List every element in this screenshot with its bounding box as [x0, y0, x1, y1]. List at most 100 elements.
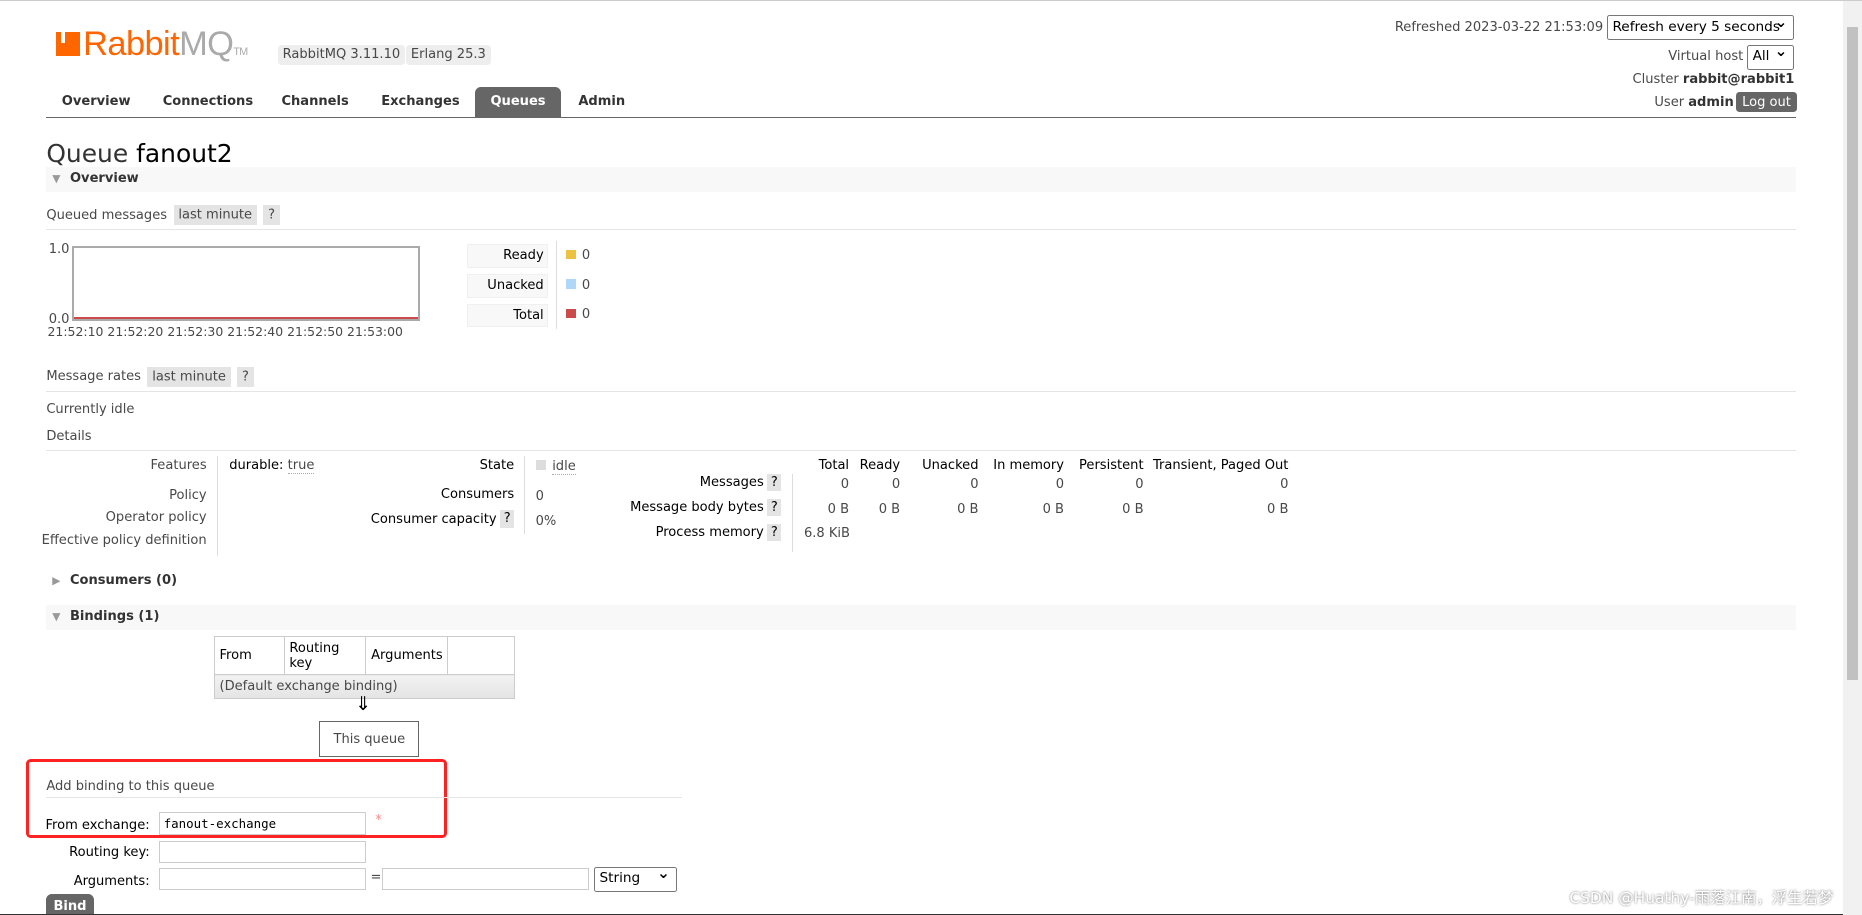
from-exchange-label: From exchange: [45, 818, 150, 833]
column-header-routing-key: Routing key [283, 636, 367, 676]
body-bytes-value: 0 B [957, 502, 979, 518]
tab-connections[interactable]: Connections [147, 87, 268, 118]
state-label: State [479, 458, 515, 474]
cluster-info: Cluster rabbit@rabbit1 [1632, 72, 1795, 88]
consumers-section-toggle[interactable]: ▶ Consumers (0) [46, 568, 1796, 594]
argument-key-input[interactable] [159, 867, 366, 891]
process-memory-value: 6.8 KiB [803, 525, 850, 541]
tab-exchanges[interactable]: Exchanges [366, 87, 475, 118]
total-color-swatch [566, 308, 576, 319]
consumer-capacity-value: 0% [535, 514, 557, 529]
watermark: CSDN @Huathy-雨落江南，浮生若梦 [1569, 888, 1834, 907]
rabbitmq-management-page: RabbitMQTM RabbitMQ 3.11.10 Erlang 25.3 … [0, 0, 1862, 915]
ready-count: 0 [566, 248, 590, 263]
column-header: Transient, Paged Out [1152, 458, 1289, 474]
messages-label: Messages? [700, 473, 782, 491]
x-tick: 21:52:40 [227, 324, 284, 339]
durable-feature: durable: true [229, 458, 315, 475]
equals-sign: = [370, 870, 382, 886]
legend-ready: Ready [466, 244, 549, 268]
arrow-down-icon: ⇓ [355, 693, 371, 716]
policy-label: Policy [169, 487, 207, 503]
x-tick: 21:53:00 [347, 324, 403, 339]
page-title: Queue fanout2 [46, 138, 233, 168]
help-button[interactable]: ? [767, 498, 782, 516]
routing-key-label: Routing key: [69, 845, 150, 861]
erlang-version: Erlang 25.3 [406, 44, 491, 65]
body-bytes-value: 0 B [1267, 502, 1289, 518]
messages-value: 0 [840, 477, 850, 493]
column-header: Ready [859, 458, 901, 474]
body-bytes-value: 0 B [878, 502, 901, 518]
column-header: Total [818, 458, 850, 474]
rates-help-button[interactable]: ? [237, 366, 254, 387]
routing-key-input[interactable] [159, 840, 366, 864]
column-header-arguments: Arguments [365, 636, 449, 676]
tab-admin[interactable]: Admin [563, 87, 641, 118]
required-marker: * [375, 813, 382, 829]
ready-color-swatch [566, 249, 576, 259]
legend-total: Total [466, 303, 549, 328]
rabbitmq-version: RabbitMQ 3.11.10 [277, 44, 405, 65]
operator-policy-label: Operator policy [105, 510, 207, 526]
refresh-interval-select[interactable]: Refresh every 5 seconds [1606, 13, 1795, 41]
bindings-section-toggle[interactable]: ▼ Bindings (1) [46, 605, 1796, 631]
scrollbar-thumb[interactable] [1846, 27, 1859, 681]
tab-queues[interactable]: Queues [475, 86, 562, 118]
rates-range-selector[interactable]: last minute [147, 366, 231, 387]
effective-policy-label: Effective policy definition [41, 533, 207, 548]
argument-type-select[interactable]: String [593, 864, 677, 892]
triangle-right-icon: ▶ [52, 573, 61, 587]
state-value: idle [535, 459, 576, 476]
rabbitmq-logo[interactable]: RabbitMQTM [55, 25, 248, 64]
legend-unacked: Unacked [466, 274, 549, 298]
x-tick: 21:52:20 [107, 324, 164, 339]
chart-x-ticks: 21:52:10 21:52:20 21:52:30 21:52:40 21:5… [48, 324, 403, 339]
consumers-label: Consumers [440, 486, 515, 502]
tab-overview[interactable]: Overview [46, 87, 146, 118]
messages-value: 0 [891, 477, 901, 493]
column-header-from: From [213, 636, 285, 676]
help-button[interactable]: ? [500, 510, 515, 528]
vertical-scrollbar[interactable] [1843, 1, 1862, 915]
help-button[interactable]: ? [767, 523, 782, 541]
column-header: Persistent [1079, 458, 1144, 474]
messages-value: 0 [970, 477, 979, 493]
overview-section-toggle[interactable]: ▼ Overview [46, 167, 1796, 193]
messages-value: 0 [1055, 477, 1064, 493]
rabbit-logo-icon [55, 32, 80, 56]
triangle-down-icon: ▼ [52, 610, 61, 624]
unacked-count: 0 [566, 278, 590, 293]
queued-messages-header: Queued messages last minute ? [46, 205, 1796, 230]
process-memory-label: Process memory? [656, 523, 782, 541]
unacked-color-swatch [566, 279, 576, 289]
virtual-host-label: Virtual host [1668, 48, 1744, 64]
consumer-capacity-label: Consumer capacity? [371, 510, 515, 528]
message-body-bytes-label: Message body bytes? [630, 498, 782, 516]
features-label: Features [150, 458, 207, 474]
total-count: 0 [566, 307, 590, 322]
x-tick: 21:52:30 [167, 324, 224, 339]
arguments-label: Arguments: [73, 873, 150, 889]
total-series-line [74, 316, 418, 319]
bindings-table: From Routing key Arguments (Default exchan… [213, 636, 516, 699]
body-bytes-value: 0 B [1042, 502, 1064, 518]
bind-button[interactable]: Bind [46, 894, 94, 915]
column-header: Unacked [922, 458, 979, 474]
x-tick: 21:52:10 [47, 324, 104, 339]
argument-value-input[interactable] [382, 867, 589, 891]
this-queue-box: This queue [319, 720, 420, 758]
idle-state-icon [535, 459, 547, 471]
help-button[interactable]: ? [263, 205, 280, 225]
virtual-host-select[interactable]: All [1746, 42, 1795, 70]
message-rates-header: Message rates last minute ? [46, 366, 1796, 392]
chart-y-max: 1.0 [48, 242, 70, 258]
tab-channels[interactable]: Channels [266, 87, 364, 118]
from-exchange-input[interactable] [159, 812, 366, 835]
range-selector[interactable]: last minute [173, 205, 257, 225]
messages-value: 0 [1280, 477, 1289, 493]
consumers-value: 0 [535, 489, 544, 505]
help-button[interactable]: ? [767, 473, 782, 491]
currently-idle-text: Currently idle [46, 402, 135, 418]
add-binding-title: Add binding to this queue [46, 779, 682, 798]
